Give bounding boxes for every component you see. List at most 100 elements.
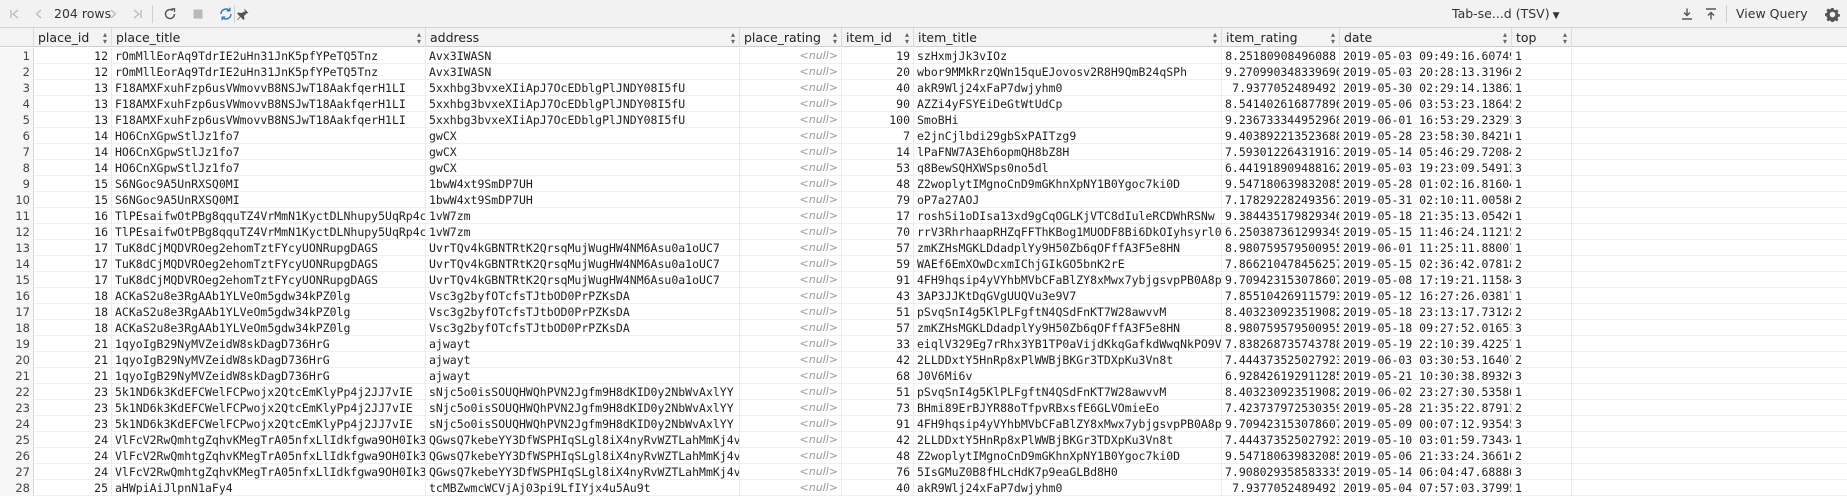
table-row[interactable]: 17 18 ACKaS2u8e3RgAAb1YLVeOm5gdw34kPZ0lg Vs… xyxy=(0,304,1847,320)
cell-date[interactable]: 2019-05-09 00:07:12.935453 xyxy=(1340,416,1512,432)
table-row[interactable]: 13 17 TuK8dCjMQDVROeg2ehomTztFYcyUONRupgDA… xyxy=(0,240,1847,256)
cell-date[interactable]: 2019-05-30 02:29:14.138629 xyxy=(1340,80,1512,96)
cell-address[interactable]: ajwayt xyxy=(426,352,740,368)
download-icon[interactable] xyxy=(1676,0,1698,28)
cell-address[interactable]: QGwsQ7kebeYY3DfWSPHIqSLgl8iX4nyRvWZTLahM… xyxy=(426,432,740,448)
cell-place-id[interactable]: 24 xyxy=(34,464,112,480)
cell-place-title[interactable]: F18AMXFxuhFzp6usVWmovvB8NSJwT18AakfqerH1… xyxy=(112,112,426,128)
cell-date[interactable]: 2019-05-18 21:35:13.054260 xyxy=(1340,208,1512,224)
cell-item-id[interactable]: 40 xyxy=(842,480,914,496)
cell-item-title[interactable]: eiqlV329Eg7rRhx3YB1TP0aVijdKkqGafkdWwqNk… xyxy=(914,336,1222,352)
cell-place-id[interactable]: 23 xyxy=(34,400,112,416)
cell-address[interactable]: Avx3IWASN xyxy=(426,64,740,80)
cell-place-id[interactable]: 13 xyxy=(34,96,112,112)
cell-place-title[interactable]: 1qyoIgB29NyMVZeidW8skDagD736HrG xyxy=(112,352,426,368)
cell-date[interactable]: 2019-05-08 17:19:21.115841 xyxy=(1340,272,1512,288)
cell-place-rating[interactable]: <null> xyxy=(740,464,842,480)
cell-date[interactable]: 2019-05-03 19:23:09.549124 xyxy=(1340,160,1512,176)
cell-date[interactable]: 2019-05-19 22:10:39.422579 xyxy=(1340,336,1512,352)
cell-item-rating[interactable]: 7.423737972530359 xyxy=(1222,400,1340,416)
cell-date[interactable]: 2019-05-14 06:04:47.688861 xyxy=(1340,464,1512,480)
table-row[interactable]: 7 14 HO6CnXGpwStlJz1fo7 gwCX <null> 14 lPaFNW7… xyxy=(0,144,1847,160)
sort-arrows-icon[interactable]: ▴ ▾ xyxy=(905,31,909,46)
cell-date[interactable]: 2019-05-28 01:02:16.816047 xyxy=(1340,176,1512,192)
cell-place-id[interactable]: 21 xyxy=(34,368,112,384)
cell-item-rating[interactable]: 7.855104269115793 xyxy=(1222,288,1340,304)
cell-item-id[interactable]: 100 xyxy=(842,112,914,128)
cell-place-title[interactable]: TuK8dCjMQDVROeg2ehomTztFYcyUONRupgDAGS xyxy=(112,272,426,288)
cell-item-id[interactable]: 40 xyxy=(842,80,914,96)
cell-date[interactable]: 2019-05-03 20:28:13.319667 xyxy=(1340,64,1512,80)
column-header-item-id[interactable]: item_id ▴ ▾ xyxy=(842,28,914,47)
cell-item-rating[interactable]: 9.709423153078607 xyxy=(1222,272,1340,288)
cell-place-rating[interactable]: <null> xyxy=(740,192,842,208)
cell-date[interactable]: 2019-05-21 10:30:38.893200 xyxy=(1340,368,1512,384)
table-row[interactable]: 16 18 ACKaS2u8e3RgAAb1YLVeOm5gdw34kPZ0lg Vs… xyxy=(0,288,1847,304)
cell-place-title[interactable]: 5k1ND6k3KdEFCWelFCPwojx2QtcEmKlyPp4j2JJ7… xyxy=(112,400,426,416)
cell-item-title[interactable]: BHmi89ErBJYR88oTfpvRBxsfE6GLVOmieEo xyxy=(914,400,1222,416)
table-row[interactable]: 6 14 HO6CnXGpwStlJz1fo7 gwCX <null> 7 e2jnCjlb… xyxy=(0,128,1847,144)
sort-arrows-icon[interactable]: ▴ ▾ xyxy=(1563,31,1567,46)
cell-item-id[interactable]: 51 xyxy=(842,384,914,400)
cell-item-title[interactable]: akR9Wlj24xFaP7dwjyhm0 xyxy=(914,480,1222,496)
cell-address[interactable]: tcMBZwmcWCVjAj03pi9LfIYjx4u5Au9t xyxy=(426,480,740,496)
cell-place-rating[interactable]: <null> xyxy=(740,160,842,176)
cell-item-title[interactable]: q8BewSQHXWSps0no5dl xyxy=(914,160,1222,176)
cell-item-rating[interactable]: 7.908029358583335 xyxy=(1222,464,1340,480)
cell-address[interactable]: Vsc3g2byfOTcfsTJtbOD0PrPZKsDA xyxy=(426,304,740,320)
table-row[interactable]: 12 16 TlPEsaifwOtPBg8qquTZ4VrMmN1KyctDLNhu… xyxy=(0,224,1847,240)
cell-place-rating[interactable]: <null> xyxy=(740,432,842,448)
cell-item-id[interactable]: 70 xyxy=(842,224,914,240)
cell-top[interactable]: 3 xyxy=(1512,416,1572,432)
cell-item-id[interactable]: 19 xyxy=(842,48,914,64)
cell-place-id[interactable]: 17 xyxy=(34,240,112,256)
cell-address[interactable]: 5xxhbg3bvxeXIiApJ7OcEDblgPlJNDY08I5fU xyxy=(426,96,740,112)
cell-address[interactable]: 1vW7zm xyxy=(426,208,740,224)
cell-address[interactable]: 5xxhbg3bvxeXIiApJ7OcEDblgPlJNDY08I5fU xyxy=(426,80,740,96)
cell-item-rating[interactable]: 6.928426192911285 xyxy=(1222,368,1340,384)
cell-item-rating[interactable]: 8.25180908496088 xyxy=(1222,48,1340,64)
cell-place-id[interactable]: 13 xyxy=(34,112,112,128)
table-row[interactable]: 9 15 S6NGoc9A5UnRXSQ0MI 1bwW4xt9SmDP7UH <nul… xyxy=(0,176,1847,192)
table-row[interactable]: 8 14 HO6CnXGpwStlJz1fo7 gwCX <null> 53 q8BewSQ… xyxy=(0,160,1847,176)
sort-arrows-icon[interactable]: ▴ ▾ xyxy=(833,31,837,46)
cell-item-title[interactable]: lPaFNW7A3Eh6opmQH8bZ8H xyxy=(914,144,1222,160)
cell-place-id[interactable]: 18 xyxy=(34,304,112,320)
table-row[interactable]: 21 21 1qyoIgB29NyMVZeidW8skDagD736HrG ajway… xyxy=(0,368,1847,384)
cell-item-id[interactable]: 42 xyxy=(842,352,914,368)
cell-top[interactable]: 1 xyxy=(1512,384,1572,400)
cell-top[interactable]: 2 xyxy=(1512,224,1572,240)
cell-item-id[interactable]: 43 xyxy=(842,288,914,304)
cell-place-title[interactable]: aHWpiAiJlpnN1aFy4 xyxy=(112,480,426,496)
cell-item-rating[interactable]: 8.403230923519082 xyxy=(1222,304,1340,320)
sort-arrows-icon[interactable]: ▴ ▾ xyxy=(1331,31,1335,46)
cell-item-id[interactable]: 79 xyxy=(842,192,914,208)
cell-address[interactable]: sNjc5o0isSOUQHWQhPVN2Jgfm9H8dKID0y2NbWvA… xyxy=(426,384,740,400)
cell-top[interactable]: 1 xyxy=(1512,432,1572,448)
column-header-address[interactable]: address ▴ ▾ xyxy=(426,28,740,47)
cell-place-title[interactable]: 1qyoIgB29NyMVZeidW8skDagD736HrG xyxy=(112,368,426,384)
cell-date[interactable]: 2019-06-03 03:30:53.164078 xyxy=(1340,352,1512,368)
cell-date[interactable]: 2019-06-02 23:27:30.535862 xyxy=(1340,384,1512,400)
cell-item-id[interactable]: 20 xyxy=(842,64,914,80)
table-row[interactable]: 10 15 S6NGoc9A5UnRXSQ0MI 1bwW4xt9SmDP7UH <nu… xyxy=(0,192,1847,208)
last-page-icon[interactable] xyxy=(126,0,148,28)
cell-top[interactable]: 1 xyxy=(1512,128,1572,144)
cell-item-title[interactable]: szHxmjJk3vIOz xyxy=(914,48,1222,64)
cell-item-rating[interactable]: 8.403230923519082 xyxy=(1222,384,1340,400)
column-header-top[interactable]: top ▴ ▾ xyxy=(1512,28,1572,47)
cell-address[interactable]: Vsc3g2byfOTcfsTJtbOD0PrPZKsDA xyxy=(426,288,740,304)
cell-item-id[interactable]: 57 xyxy=(842,240,914,256)
table-row[interactable]: 14 17 TuK8dCjMQDVROeg2ehomTztFYcyUONRupgDA… xyxy=(0,256,1847,272)
cell-top[interactable]: 2 xyxy=(1512,96,1572,112)
cell-place-title[interactable]: 5k1ND6k3KdEFCWelFCPwojx2QtcEmKlyPp4j2JJ7… xyxy=(112,384,426,400)
cell-date[interactable]: 2019-05-04 07:57:03.379952 xyxy=(1340,480,1512,496)
cell-top[interactable]: 1 xyxy=(1512,288,1572,304)
cell-place-rating[interactable]: <null> xyxy=(740,96,842,112)
cell-place-id[interactable]: 21 xyxy=(34,352,112,368)
cell-place-title[interactable]: rOmMllEorAq9TdrIE2uHn31JnK5pfYPeTQ5Tnz xyxy=(112,48,426,64)
cell-date[interactable]: 2019-06-01 16:53:29.232918 xyxy=(1340,112,1512,128)
cell-date[interactable]: 2019-05-06 21:33:24.366160 xyxy=(1340,448,1512,464)
cell-place-id[interactable]: 17 xyxy=(34,256,112,272)
cell-place-rating[interactable]: <null> xyxy=(740,288,842,304)
